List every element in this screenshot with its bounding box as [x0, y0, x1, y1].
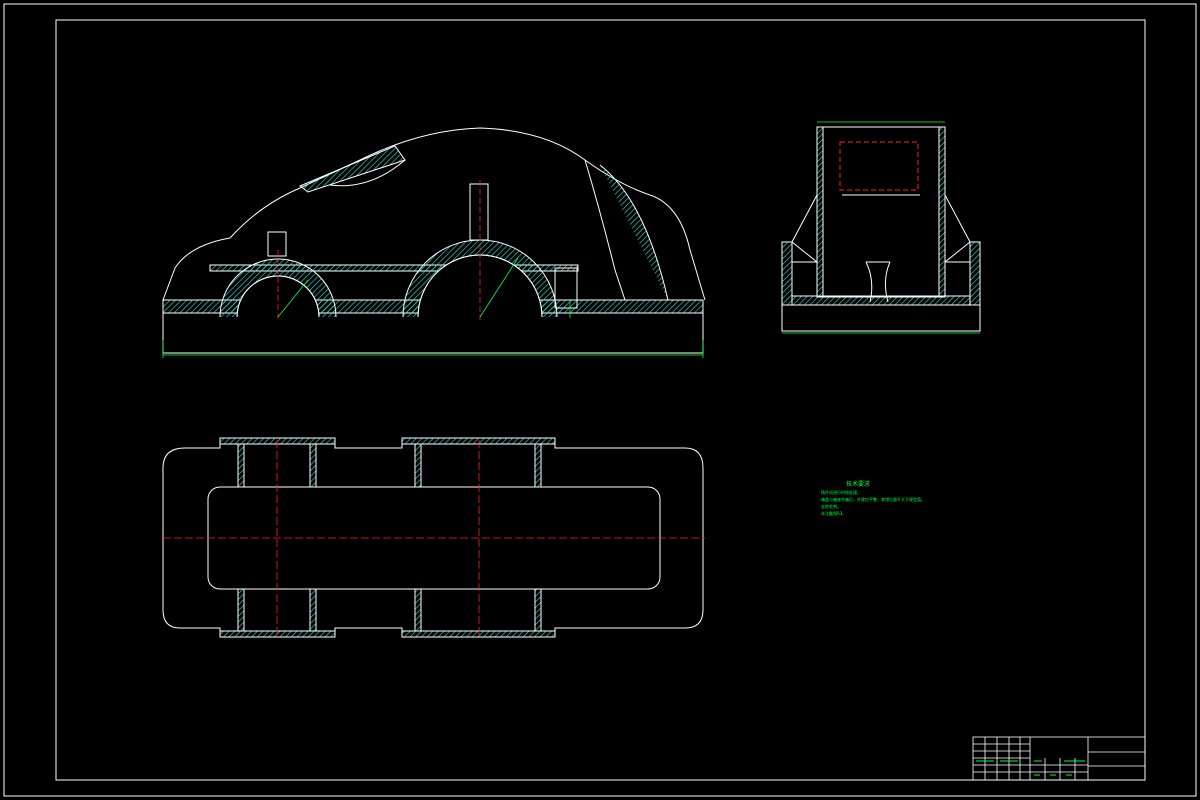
- title-block-text-marks: [976, 760, 1085, 776]
- tech-note-2: 箱盖与箱座合箱后，外缘应平整，其错位量不大于规定值。: [821, 497, 925, 502]
- tech-note-1: 铸件须进行时效处理。: [821, 490, 861, 495]
- tech-note-4: 未注圆角R3。: [821, 511, 847, 516]
- title-block: [972, 736, 1146, 781]
- tech-note-3: 去除毛刺。: [821, 504, 841, 509]
- inner-frame: [55, 19, 1146, 781]
- outer-frame: [3, 3, 1197, 797]
- tech-requirements-title: 技术要求: [846, 481, 871, 488]
- front-view: [162, 127, 706, 354]
- top-view: [162, 437, 704, 638]
- cad-drawing-canvas: [3, 3, 1197, 797]
- side-view: [781, 126, 981, 332]
